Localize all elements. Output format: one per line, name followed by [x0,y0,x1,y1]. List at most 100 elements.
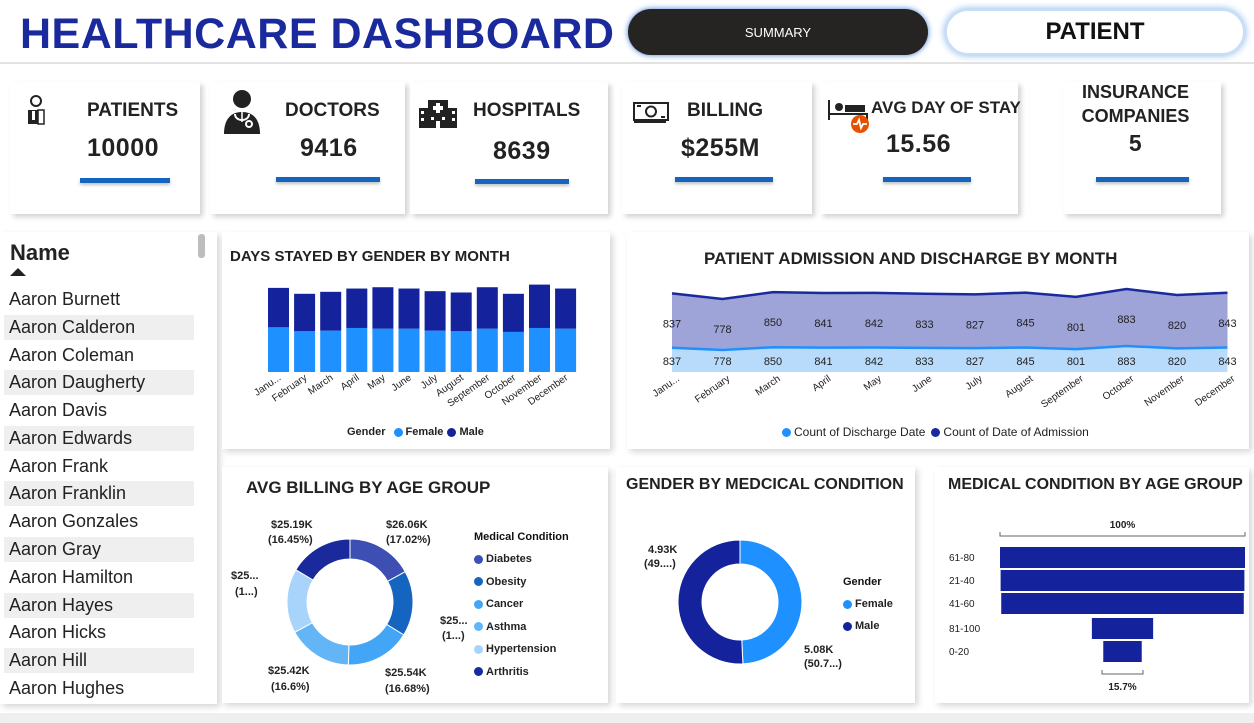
bar-male[interactable] [476,287,498,329]
slicer-item[interactable]: Aaron Hill [4,648,194,673]
bar-male[interactable] [502,293,524,332]
slicer-item[interactable]: Aaron Hayes [4,593,194,618]
label-hypertension-pct: (1...) [235,586,258,598]
bar-female[interactable] [294,331,316,372]
legend-female[interactable]: Female [843,593,893,615]
funnel-category-label: 21-40 [949,576,975,587]
kpi-hospitals-underline [475,179,569,184]
bar-female[interactable] [320,330,342,372]
bar-female[interactable] [424,330,446,372]
funnel-bar-61-80[interactable] [1000,547,1245,568]
slicer-item[interactable]: Aaron Gray [4,537,194,562]
funnel-bar-21-40[interactable] [1000,570,1245,591]
gender-condition-legend: Female Male [843,593,893,637]
bar-male[interactable] [320,291,342,331]
bar-female[interactable] [398,328,420,372]
legend-cancer[interactable]: Cancer [474,593,556,616]
admission-data-label: 801 [1067,322,1085,334]
label-male-value: 5.08K [804,644,833,656]
patient-button[interactable]: PATIENT [945,9,1245,55]
admission-area[interactable] [672,289,1228,350]
dashboard-title: HEALTHCARE DASHBOARD [20,10,615,58]
bar-female[interactable] [346,327,368,372]
gender-slice-1[interactable] [677,539,744,665]
slicer-item[interactable]: Aaron Hughes [4,676,194,701]
kpi-patients-card: PATIENTS 10000 [10,82,200,214]
kpi-insurance-label-line1: INSURANCE [1081,82,1189,102]
bar-female[interactable] [268,327,289,372]
bar-male[interactable] [424,291,446,331]
bar-female[interactable] [476,328,498,372]
dashboard-page: HEALTHCARE DASHBOARD SUMMARY PATIENT PAT… [0,0,1254,723]
x-tick-label: April [811,373,834,393]
x-tick-label: November [1143,373,1188,409]
name-slicer[interactable]: Name Aaron Burnett Aaron Calderon Aaron … [0,232,217,704]
condition-age-funnel: 100% 15.7% 61-80 21-40 41-60 81-100 0-20 [949,520,1246,693]
hospital-icon [418,98,458,133]
legend-admission-label[interactable]: Count of Date of Admission [943,425,1088,439]
bar-female[interactable] [529,327,550,372]
legend-male[interactable]: Male [843,615,893,637]
bar-male[interactable] [398,288,420,329]
legend-hypertension[interactable]: Hypertension [474,638,556,661]
legend-arthritis[interactable]: Arthritis [474,661,556,684]
bar-male[interactable] [450,292,472,332]
billing-slice-3[interactable] [294,621,350,666]
summary-button[interactable]: SUMMARY [628,9,928,55]
sort-ascending-icon[interactable] [10,268,26,276]
slicer-item[interactable]: Aaron Frank [4,454,194,479]
bar-female[interactable] [372,328,394,372]
legend-swatch [474,577,483,587]
slicer-item[interactable]: Aaron Daugherty [4,370,194,395]
legend-female-label[interactable]: Female [406,426,444,438]
slicer-item[interactable]: Aaron Gonzales [4,509,194,534]
funnel-bar-0-20[interactable] [1103,641,1142,662]
slicer-item[interactable]: Aaron Burnett [4,287,194,312]
slicer-item[interactable]: Aaron Calderon [4,315,194,340]
slicer-item[interactable]: Aaron Edwards [4,426,194,451]
funnel-bar-41-60[interactable] [1001,593,1244,614]
legend-asthma[interactable]: Asthma [474,616,556,639]
bar-male[interactable] [555,288,577,329]
billing-slice-4[interactable] [286,569,314,633]
discharge-data-label: 820 [1168,356,1186,368]
legend-diabetes[interactable]: Diabetes [474,548,556,571]
bar-male[interactable] [372,287,394,329]
condition-age-panel: MEDICAL CONDITION BY AGE GROUP 100% 15.7… [935,467,1249,703]
bar-female[interactable] [555,328,577,372]
legend-male-label[interactable]: Male [459,426,483,438]
funnel-bottom-label: 15.7% [1108,682,1136,693]
billing-slice-1[interactable] [385,571,414,636]
slicer-scrollbar[interactable] [198,234,205,258]
funnel-top-bracket [999,532,1246,537]
billing-slice-2[interactable] [347,623,405,666]
gender-slice-0[interactable] [739,539,803,665]
bar-male[interactable] [268,287,289,328]
legend-obesity[interactable]: Obesity [474,571,556,594]
slicer-item[interactable]: Aaron Davis [4,398,194,423]
header-divider [0,62,1254,64]
discharge-area[interactable] [672,346,1228,372]
slicer-item[interactable]: Aaron Franklin [4,481,194,506]
name-slicer-header: Name [10,240,70,265]
bar-male[interactable] [529,284,550,328]
bar-female[interactable] [450,331,472,372]
kpi-doctors-label: DOCTORS [285,100,380,121]
slicer-item[interactable]: Aaron Hicks [4,620,194,645]
bar-male[interactable] [346,288,368,328]
discharge-data-label: 850 [764,356,782,368]
x-tick-label: March [306,372,335,397]
bar-female[interactable] [502,331,524,372]
slicer-item[interactable]: Aaron Hamilton [4,565,194,590]
bar-male[interactable] [294,293,316,332]
slicer-item[interactable]: Aaron Coleman [4,343,194,368]
admission-legend: Count of Discharge Date Count of Date of… [782,425,1089,439]
x-tick-label: August [1003,373,1035,400]
x-tick-label: December [1193,373,1238,409]
kpi-hospitals-value: 8639 [493,137,551,165]
gender-condition-panel: GENDER BY MEDCICAL CONDITION 4.93K (49..… [616,467,915,703]
kpi-billing-value: $255M [681,134,760,162]
legend-discharge-label[interactable]: Count of Discharge Date [794,425,925,439]
funnel-bar-81-100[interactable] [1091,618,1154,639]
legend-label: Female [855,598,893,610]
